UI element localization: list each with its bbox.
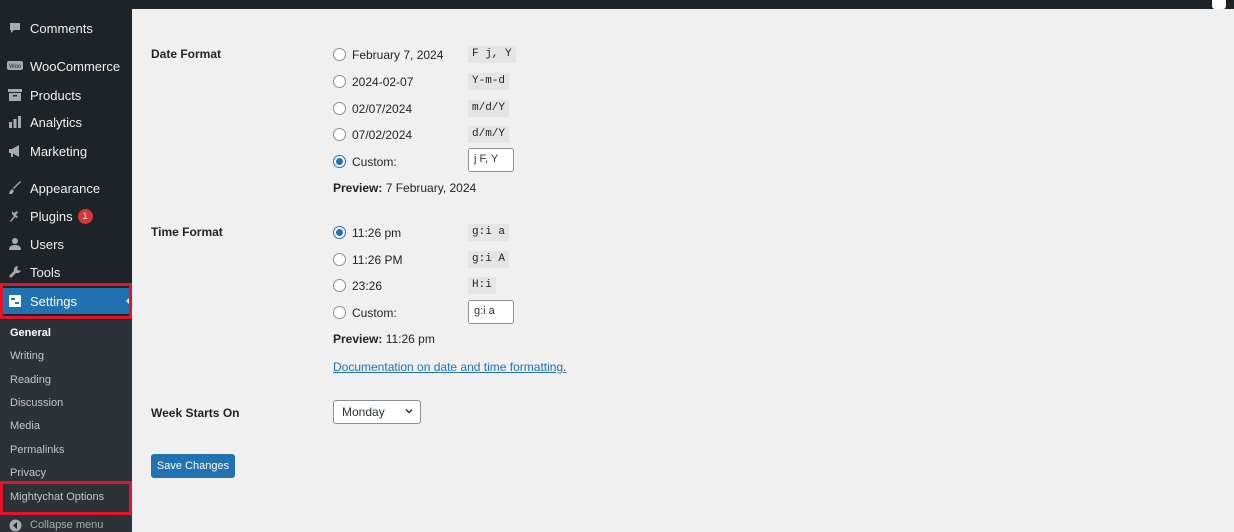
date-format-radio-custom[interactable] [333,155,346,168]
sidebar-item-label: Appearance [30,180,101,196]
date-format-custom-input[interactable]: j F, Y [468,148,514,172]
time-format-code-1: g:i a [468,224,510,241]
submenu-item-privacy[interactable]: Privacy [10,467,46,479]
sidebar-item-label: Plugins [30,208,73,224]
collapse-menu-button[interactable]: Collapse menu [0,515,132,532]
time-format-preview: Preview: 11:26 pm [333,332,435,346]
submenu-item-discussion[interactable]: Discussion [10,397,63,409]
date-format-option-1-label: February 7, 2024 [352,48,444,62]
sidebar-item-users[interactable]: Users [0,231,132,257]
paintbrush-icon [7,180,23,196]
date-format-code-4: d/m/Y [468,126,510,143]
sidebar-item-plugins[interactable]: Plugins 1 [0,203,132,229]
sidebar-item-comments[interactable]: Comments [0,15,132,41]
sidebar-item-label: WooCommerce [30,58,121,74]
week-starts-selected: Monday [342,405,385,419]
date-format-option-3-label: 02/07/2024 [352,102,413,116]
sidebar-item-label: Analytics [30,114,83,130]
time-format-radio-3[interactable] [333,279,346,292]
admin-bar [0,0,1234,9]
sidebar-item-label: Comments [30,20,93,36]
chevron-down-icon [405,408,413,414]
date-format-label: Date Format [151,47,222,61]
date-format-code-3: m/d/Y [468,100,510,117]
sidebar-item-marketing[interactable]: Marketing [0,138,132,164]
time-preview-label: Preview: [333,332,383,346]
date-format-custom-label: Custom: [352,155,397,169]
date-format-code-1: F j, Y [468,46,516,63]
date-format-radio-2[interactable] [333,75,346,88]
date-format-radio-4[interactable] [333,128,346,141]
sidebar-item-analytics[interactable]: Analytics [0,109,132,135]
time-format-option-2-label: 11:26 PM [352,253,403,267]
date-format-code-2: Y-m-d [468,73,510,90]
time-format-option-3-label: 23:26 [352,279,383,293]
time-format-option-1-label: 11:26 pm [352,226,402,240]
annotation-box-mightychat [0,481,132,515]
time-preview-value: 11:26 pm [385,332,435,346]
date-format-option-4-label: 07/02/2024 [352,128,413,142]
date-format-radio-3[interactable] [333,102,346,115]
collapse-menu-label: Collapse menu [30,519,104,531]
docs-link-text: Documentation on date and time formattin… [333,360,564,374]
analytics-icon [7,114,23,130]
docs-link-period: . [563,360,567,374]
products-icon [7,87,23,103]
wrench-icon [7,264,23,280]
sidebar-item-label: Products [30,87,82,103]
plugin-icon [7,208,23,224]
comment-icon [7,20,23,36]
users-icon [7,236,23,252]
date-format-option-2-label: 2024-02-07 [352,75,414,89]
sidebar-item-label: Marketing [30,143,88,159]
sidebar-item-label: Tools [30,264,61,280]
date-format-radio-1[interactable] [333,48,346,61]
time-format-custom-label: Custom: [352,306,397,320]
sidebar-item-tools[interactable]: Tools [0,259,132,285]
date-time-docs-link[interactable]: Documentation on date and time formattin… [333,360,566,374]
admin-sidebar: Comments Woo WooCommerce Products Analyt… [0,9,132,532]
time-format-radio-custom[interactable] [333,306,346,319]
sidebar-item-woocommerce[interactable]: Woo WooCommerce [0,53,132,79]
plugin-update-badge: 1 [77,208,93,224]
woocommerce-icon: Woo [7,58,23,74]
time-format-custom-input[interactable]: g:i a [468,300,514,324]
time-format-code-2: g:i A [468,251,510,268]
submenu-item-reading[interactable]: Reading [10,374,51,386]
week-starts-label: Week Starts On [151,406,240,420]
time-format-code-3: H:i [468,277,496,294]
settings-general-form: Date Format February 7, 2024 F j, Y 2024… [132,9,1234,532]
save-changes-button[interactable]: Save Changes [151,454,235,478]
date-format-preview: Preview: 7 February, 2024 [333,181,476,195]
sidebar-item-products[interactable]: Products [0,82,132,108]
user-avatar[interactable] [1212,0,1226,9]
week-starts-select[interactable]: Monday [333,400,421,424]
sidebar-item-label: Users [30,236,64,252]
annotation-box-settings [0,283,132,319]
collapse-icon [7,517,23,532]
time-format-label: Time Format [151,225,223,239]
submenu-item-general[interactable]: General [10,327,51,339]
date-preview-value: 7 February, 2024 [385,181,477,195]
sidebar-item-appearance[interactable]: Appearance [0,175,132,201]
submenu-item-writing[interactable]: Writing [10,350,44,362]
time-format-radio-2[interactable] [333,253,346,266]
submenu-item-permalinks[interactable]: Permalinks [10,444,64,456]
date-preview-label: Preview: [333,181,383,195]
megaphone-icon [7,143,23,159]
time-format-radio-1[interactable] [333,226,346,239]
svg-text:Woo: Woo [9,64,22,70]
submenu-item-media[interactable]: Media [10,420,40,432]
